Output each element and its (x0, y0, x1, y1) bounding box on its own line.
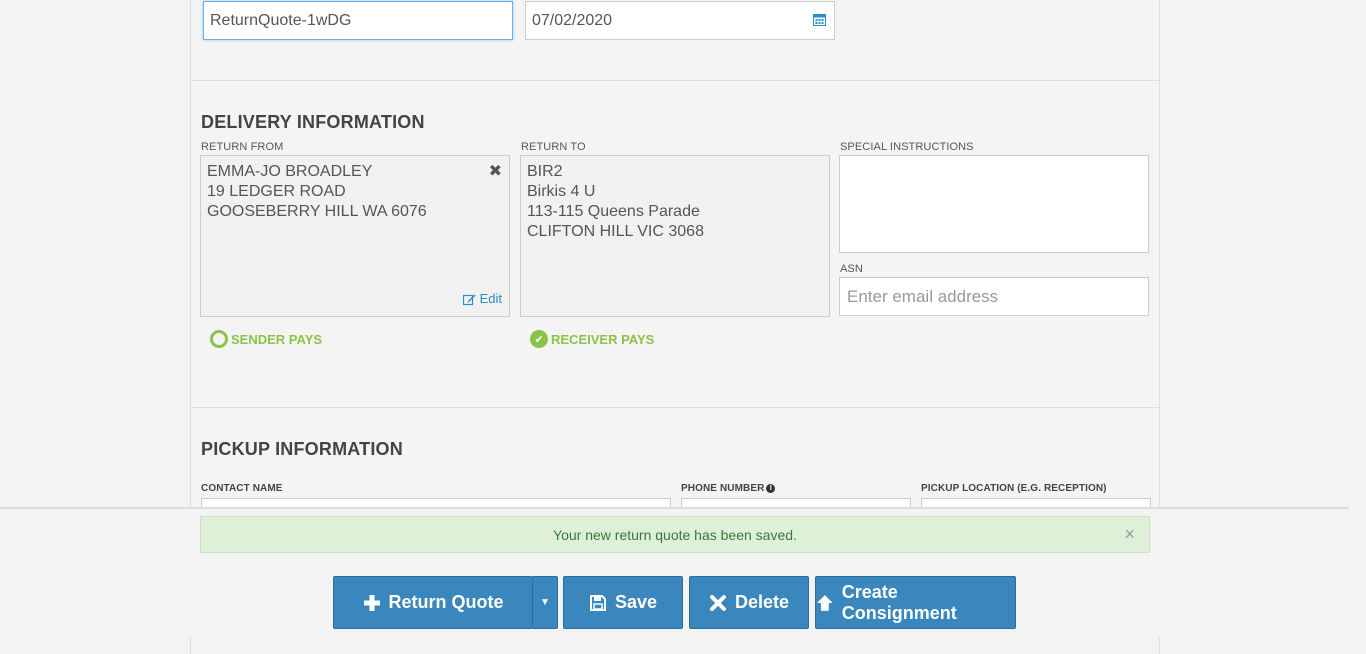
special-instructions-textarea[interactable] (839, 155, 1149, 253)
save-icon (589, 594, 606, 611)
alert-message: Your new return quote has been saved. (553, 526, 797, 543)
success-alert: Your new return quote has been saved. × (200, 516, 1150, 553)
pickup-section-title: PICKUP INFORMATION (201, 439, 403, 459)
close-icon (709, 594, 726, 611)
address-line: GOOSEBERRY HILL WA 6076 (207, 203, 427, 220)
arrow-up-icon (816, 594, 833, 611)
check-circle-icon: ✔ (530, 330, 548, 348)
caret-down-icon: ▼ (540, 597, 550, 608)
asn-label: ASN (840, 263, 863, 275)
info-icon[interactable]: i (766, 483, 776, 493)
section-divider (190, 407, 1160, 408)
date-value: 07/02/2020 (532, 11, 613, 29)
return-quote-button[interactable]: Return Quote (333, 576, 533, 629)
edit-address-link[interactable]: Edit (462, 289, 502, 309)
phone-number-label: PHONE NUMBER i (681, 483, 776, 494)
address-line: BIR2 (527, 163, 563, 180)
sender-pays-radio[interactable]: SENDER PAYS (210, 330, 322, 348)
calendar-icon[interactable] (813, 13, 826, 26)
radio-unchecked-icon (210, 330, 228, 348)
return-quote-dropdown-toggle[interactable]: ▼ (532, 576, 558, 629)
alert-close-icon[interactable]: × (1124, 524, 1135, 545)
save-button[interactable]: Save (563, 576, 683, 629)
asn-email-input[interactable]: Enter email address (839, 277, 1149, 316)
save-label: Save (614, 592, 658, 612)
delivery-section-title: DELIVERY INFORMATION (201, 112, 425, 132)
address-line: CLIFTON HILL VIC 3068 (527, 223, 704, 240)
reference-value: ReturnQuote-1wDG (210, 11, 352, 29)
panel-border-bottom (190, 637, 1160, 654)
pickup-location-label: PICKUP LOCATION (E.G. RECEPTION) (921, 483, 1107, 494)
create-consignment-label: Create Consignment (841, 581, 957, 623)
date-input[interactable]: 07/02/2020 (525, 1, 835, 40)
sender-pays-label: SENDER PAYS (231, 331, 323, 347)
reference-input[interactable]: ReturnQuote-1wDG (203, 1, 513, 40)
return-quote-label: Return Quote (388, 592, 504, 612)
return-from-label: RETURN FROM (201, 141, 284, 153)
section-divider (190, 80, 1160, 81)
edit-label: Edit (479, 291, 502, 306)
contact-name-label: CONTACT NAME (201, 483, 283, 494)
address-line: Birkis 4 U (527, 183, 596, 200)
delete-button[interactable]: Delete (689, 576, 809, 629)
create-consignment-button[interactable]: Create Consignment (815, 576, 1016, 629)
return-from-address: EMMA-JO BROADLEY 19 LEDGER ROAD GOOSEBER… (200, 155, 510, 317)
asn-placeholder: Enter email address (847, 286, 999, 306)
close-icon[interactable]: ✖ (489, 162, 502, 182)
delete-label: Delete (734, 592, 790, 612)
address-line: 19 LEDGER ROAD (207, 183, 346, 200)
address-line: EMMA-JO BROADLEY (207, 163, 373, 180)
special-instructions-label: SPECIAL INSTRUCTIONS (840, 141, 974, 153)
return-to-label: RETURN TO (521, 141, 586, 153)
receiver-pays-radio[interactable]: ✔ RECEIVER PAYS (530, 330, 654, 348)
address-line: 113-115 Queens Parade (527, 203, 700, 220)
return-to-address: BIR2 Birkis 4 U 113-115 Queens Parade CL… (520, 155, 830, 317)
receiver-pays-label: RECEIVER PAYS (551, 331, 655, 347)
plus-icon (363, 594, 380, 611)
edit-icon (462, 294, 476, 305)
phone-number-label-text: PHONE NUMBER (681, 483, 765, 494)
